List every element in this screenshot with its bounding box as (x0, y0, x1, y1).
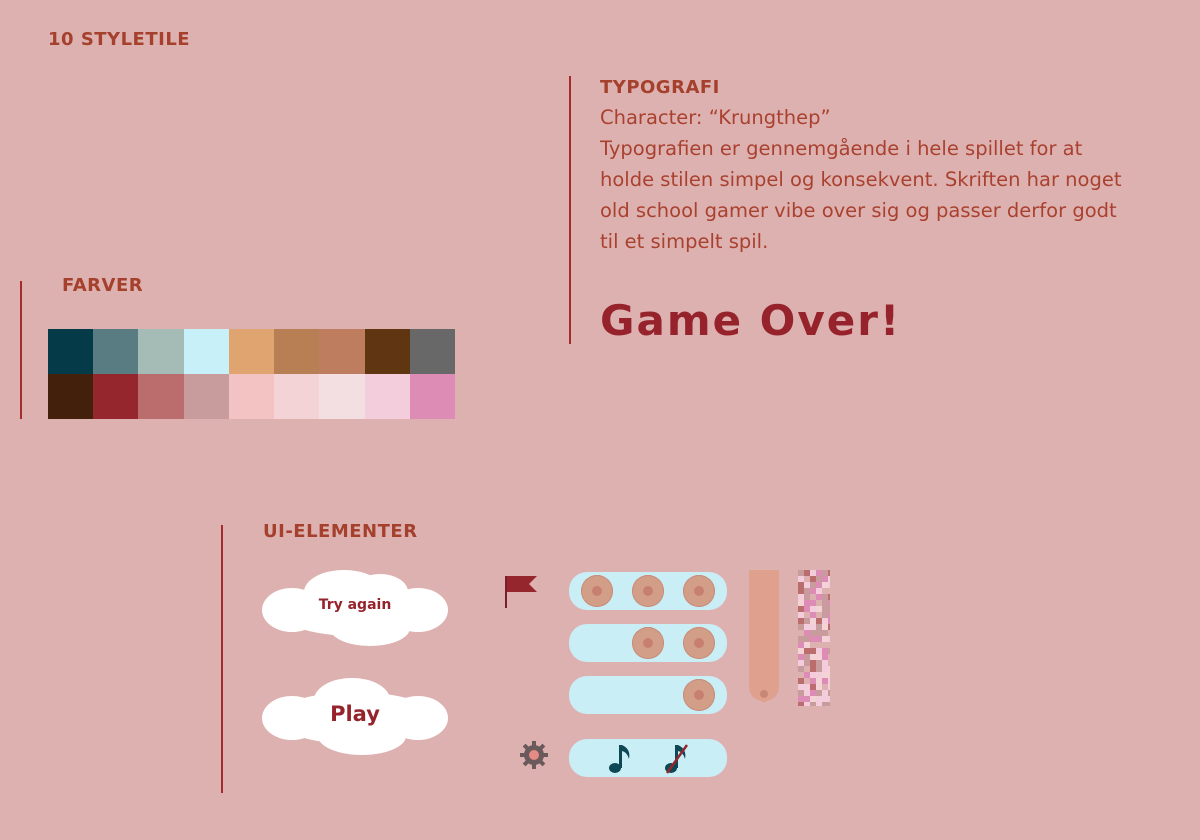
color-swatch (319, 329, 365, 374)
lives-bar-1 (569, 676, 727, 714)
color-swatch (93, 374, 139, 419)
typography-heading: TYPOGRAFI (600, 77, 720, 98)
music-note-muted-icon[interactable] (661, 741, 695, 775)
lives-bar-2 (569, 624, 727, 662)
life-dot (632, 575, 664, 607)
color-swatch (409, 374, 455, 419)
color-swatch (228, 329, 275, 374)
play-label: Play (330, 702, 380, 726)
colors-divider (20, 281, 22, 419)
typography-sample: Game Over! (600, 296, 902, 345)
color-swatch (48, 374, 94, 419)
play-button[interactable]: Play (262, 676, 448, 756)
sound-toggle (569, 739, 727, 777)
color-swatch (228, 374, 275, 419)
music-note-icon[interactable] (605, 741, 639, 775)
progress-tube (747, 570, 781, 704)
typography-character: Character: “Krungthep” (600, 106, 831, 129)
ui-divider (221, 525, 223, 793)
typography-divider (569, 76, 571, 344)
life-dot (683, 627, 715, 659)
color-swatch (93, 329, 139, 374)
flag-icon (503, 574, 539, 610)
color-swatch (409, 329, 455, 374)
color-swatch (138, 374, 184, 419)
typography-description: Typografien er gennemgående i hele spill… (600, 137, 1122, 253)
page-title: 10 STYLETILE (48, 29, 191, 50)
color-swatch (138, 329, 184, 374)
color-swatch (48, 329, 94, 374)
color-palette (48, 329, 455, 419)
life-dot (683, 575, 715, 607)
life-dot (632, 627, 664, 659)
colors-heading: FARVER (62, 275, 144, 296)
lives-bar-3 (569, 572, 727, 610)
life-dot (683, 679, 715, 711)
color-swatch (364, 329, 410, 374)
color-swatch (364, 374, 410, 419)
try-again-label: Try again (318, 597, 392, 613)
pixel-pattern-bar (798, 570, 834, 708)
color-swatch (183, 329, 229, 374)
try-again-button[interactable]: Try again (262, 568, 448, 648)
ui-heading: UI-ELEMENTER (263, 521, 418, 542)
life-dot (581, 575, 613, 607)
color-swatch (319, 374, 365, 419)
color-swatch (183, 374, 229, 419)
gear-icon[interactable] (518, 739, 550, 771)
color-swatch (274, 374, 320, 419)
color-swatch (274, 329, 320, 374)
